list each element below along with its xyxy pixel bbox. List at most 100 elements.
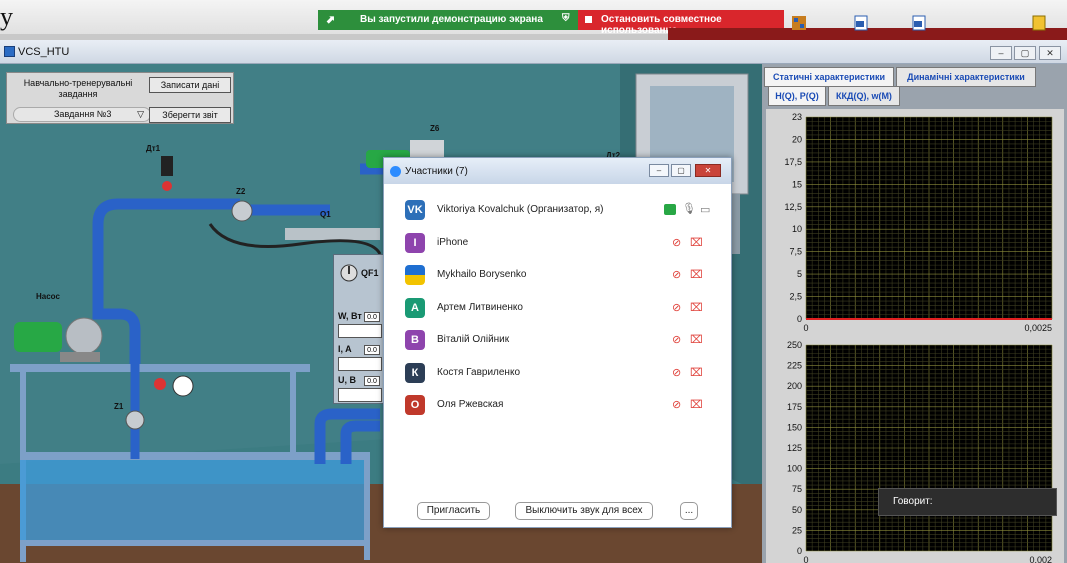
x-tick-label: 0,002 xyxy=(1029,555,1052,563)
voltage-meter-value: 0.0 xyxy=(364,376,380,386)
participant-avatar: I xyxy=(405,232,425,253)
y-tick-label: 15 xyxy=(792,179,802,189)
invite-button[interactable]: Пригласить xyxy=(417,502,490,520)
panel-maximize-button[interactable]: ▢ xyxy=(671,164,691,177)
participant-row[interactable]: VK Viktoriya Kovalchuk (Организатор, я) 🎙 ▭ xyxy=(384,194,731,226)
app-title: VCS_HTU xyxy=(18,46,70,58)
participant-avatar: А xyxy=(405,297,425,318)
y-tick-label: 5 xyxy=(797,269,802,279)
y-tick-label: 10 xyxy=(792,224,802,234)
y-tick-label: 7,5 xyxy=(789,247,802,257)
y-tick-label: 75 xyxy=(792,484,802,494)
participant-name: Костя Гавриленко xyxy=(437,366,521,378)
zoom-icon xyxy=(390,166,401,177)
y-tick-label: 25 xyxy=(792,525,802,535)
participant-row[interactable]: IiPhone ⊘ ⌧ xyxy=(384,227,731,259)
app-icon xyxy=(4,46,15,57)
participant-row[interactable]: Mykhailo Borysenko ⊘ ⌧ xyxy=(384,259,731,291)
screen-share-banner: ⬈ Вы запустили демонстрацию экрана ⛨ xyxy=(318,10,580,30)
taskbar: у ⬈ Вы запустили демонстрацию экрана ⛨ О… xyxy=(0,0,1067,40)
mic-muted-icon[interactable]: ⊘ xyxy=(672,398,681,411)
taskbar-logo-text: у xyxy=(0,2,13,31)
mic-muted-icon[interactable]: ⊘ xyxy=(672,366,681,379)
participant-avatar: К xyxy=(405,362,425,383)
y-tick-label: 20 xyxy=(792,134,802,144)
participants-panel: Участники (7) – ▢ ✕ VK Viktoriya Kovalchu… xyxy=(383,157,732,528)
participant-name: Віталій Олійник xyxy=(437,334,510,345)
y-tick-label: 17,5 xyxy=(784,157,802,167)
participant-row[interactable]: В Віталій Олійник ⊘ ⌧ xyxy=(384,324,731,356)
participant-row[interactable]: О Оля Ржевская ⊘ ⌧ xyxy=(384,389,731,421)
mute-all-button[interactable]: Выключить звук для всех xyxy=(515,502,653,520)
valve-z6-label: Z6 xyxy=(430,124,440,133)
more-options-button[interactable]: ... xyxy=(680,502,698,520)
y-tick-label: 225 xyxy=(787,361,802,371)
y-tick-label: 0 xyxy=(797,546,802,556)
file-icon[interactable] xyxy=(1030,14,1048,32)
mic-muted-icon[interactable]: ⊘ xyxy=(672,333,681,346)
participant-avatar xyxy=(405,265,425,285)
power-meter-value: 0.0 xyxy=(364,312,380,322)
stop-share-button[interactable]: Остановить совместное использование xyxy=(578,10,784,36)
minimize-button[interactable]: – xyxy=(990,46,1012,60)
participant-name: Оля Ржевская xyxy=(437,399,504,410)
x-tick-label: 0 xyxy=(803,323,808,333)
share-screen-icon xyxy=(664,204,676,215)
mic-muted-icon[interactable]: ⊘ xyxy=(672,268,681,281)
x-tick-label: 0,0025 xyxy=(1024,323,1052,333)
camera-off-icon[interactable]: ⌧ xyxy=(690,268,703,281)
camera-off-icon[interactable]: ⌧ xyxy=(690,333,703,346)
camera-off-icon[interactable]: ⌧ xyxy=(690,236,703,249)
camera-icon[interactable]: ▭ xyxy=(700,203,710,216)
save-report-button[interactable]: Зберегти звіт xyxy=(149,107,231,123)
participant-row[interactable]: А Артем Литвиненко ⊘ ⌧ xyxy=(384,292,731,324)
camera-off-icon[interactable]: ⌧ xyxy=(690,366,703,379)
mic-muted-icon[interactable]: ⊘ xyxy=(672,301,681,314)
current-meter-value: 0.0 xyxy=(364,345,380,355)
chevron-down-icon: ▽ xyxy=(137,109,144,119)
task-panel-title: Навчально-тренерувальні завдання xyxy=(23,78,133,99)
flowmeter-q1-label: Q1 xyxy=(320,210,331,219)
electrical-panel: QF1 W, Вт 0.0 I, A 0.0 U, B 0.0 xyxy=(333,254,385,404)
y-tick-label: 0 xyxy=(797,314,802,324)
close-button[interactable]: ✕ xyxy=(1039,46,1061,60)
participant-row[interactable]: К Костя Гавриленко ⊘ ⌧ xyxy=(384,357,731,389)
y-tick-label: 175 xyxy=(787,402,802,412)
y-tick-label: 125 xyxy=(787,443,802,453)
power-meter-label: W, Вт xyxy=(338,311,362,321)
mic-icon[interactable]: 🎙 xyxy=(682,202,696,215)
camera-off-icon[interactable]: ⌧ xyxy=(690,301,703,314)
screen: у ⬈ Вы запустили демонстрацию экрана ⛨ О… xyxy=(0,0,1067,563)
y-tick-label: 2,5 xyxy=(789,292,802,302)
participant-avatar: В xyxy=(405,330,425,350)
panel-close-button[interactable]: ✕ xyxy=(695,164,721,177)
word-document-icon[interactable] xyxy=(852,14,870,32)
y-tick-label: 50 xyxy=(792,505,802,515)
panel-minimize-button[interactable]: – xyxy=(649,164,669,177)
mic-muted-icon[interactable]: ⊘ xyxy=(672,236,681,249)
breaker-qf1-label: QF1 xyxy=(361,268,379,278)
power-meter-gauge xyxy=(338,324,382,338)
task-select[interactable]: Завдання №3 ▽ xyxy=(13,107,151,122)
y-tick-label: 200 xyxy=(787,381,802,391)
voltage-meter-gauge xyxy=(338,388,382,402)
app-titlebar: VCS_HTU – ▢ ✕ xyxy=(0,40,1067,64)
breaker-knob-icon[interactable] xyxy=(340,264,358,282)
camera-off-icon[interactable]: ⌧ xyxy=(690,398,703,411)
record-data-button[interactable]: Записати дані xyxy=(149,77,231,93)
participant-name: iPhone xyxy=(437,236,469,248)
participant-name: Mykhailo Borysenko xyxy=(437,269,527,280)
y-tick-label: 150 xyxy=(787,422,802,432)
participants-title: Участники (7) xyxy=(405,166,468,177)
shield-icon: ⛨ xyxy=(562,13,570,24)
task-panel: Навчально-тренерувальні завдання Записат… xyxy=(6,72,234,124)
word-document-icon[interactable] xyxy=(910,14,928,32)
sensor-dt1-label: Дт1 xyxy=(146,144,161,153)
pump-label: Насос xyxy=(36,292,60,301)
share-status-icon: ⬈ xyxy=(326,14,336,26)
taskbar-app-icon[interactable] xyxy=(790,14,808,32)
valve-z2-label: Z2 xyxy=(236,187,246,196)
participant-name: Артем Литвиненко xyxy=(437,301,523,313)
speaking-indicator: Говорит: xyxy=(878,488,1057,516)
maximize-button[interactable]: ▢ xyxy=(1014,46,1036,60)
